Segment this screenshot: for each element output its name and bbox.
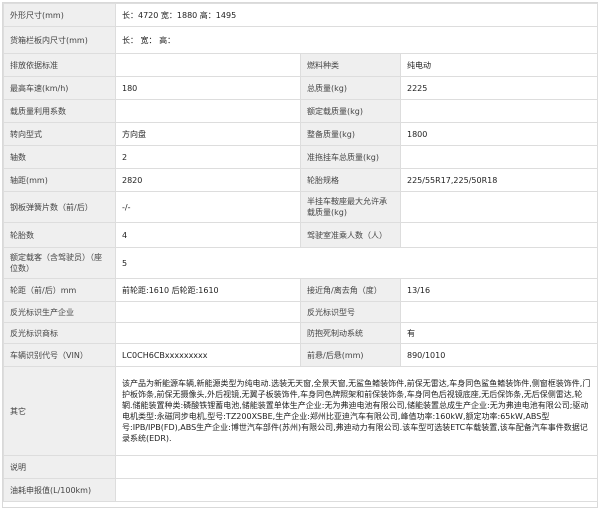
remark-label: 说明 [3, 455, 116, 479]
tire-count-value: 4 [115, 222, 301, 248]
speed-label: 最高车速(km/h) [3, 76, 116, 100]
passenger-capacity-label: 额定载客（含驾驶员）（座位数） [3, 247, 116, 279]
table-row: 额定载客（含驾驶员）（座位数） 5 [3, 247, 598, 279]
tire-count-label: 轮胎数 [3, 222, 116, 248]
springs-label: 钢板弹簧片数（前/后） [3, 191, 116, 223]
track-value: 前轮距:1610 后轮距:1610 [115, 278, 301, 302]
table-row: 反光标识生产企业 反光标识型号 [3, 301, 598, 323]
axles-label: 轴数 [3, 145, 116, 169]
cab-seats-label: 驾驶室准乘人数（人） [300, 222, 401, 248]
emission-value [115, 53, 301, 77]
fuel-type-value: 纯电动 [400, 53, 598, 77]
load-factor-value [115, 99, 301, 123]
trailer-mass-label: 准拖挂车总质量(kg) [300, 145, 401, 169]
axles-value: 2 [115, 145, 301, 169]
reflector-model-value [400, 301, 598, 323]
table-row: 货箱栏板内尺寸(mm) 长： 宽： 高： [3, 26, 598, 54]
tire-spec-value: 225/55R17,225/50R18 [400, 168, 598, 192]
cargo-label: 货箱栏板内尺寸(mm) [3, 26, 116, 54]
table-row: 外形尺寸(mm) 长：4720 宽：1880 高：1495 [3, 3, 598, 27]
wheelbase-label: 轴距(mm) [3, 168, 116, 192]
table-row: 轴距(mm) 2820 轮胎规格 225/55R17,225/50R18 [3, 168, 598, 192]
overhang-value: 890/1010 [400, 343, 598, 367]
tire-spec-label: 轮胎规格 [300, 168, 401, 192]
table-row: 轮距（前/后）mm 前轮距:1610 后轮距:1610 接近角/离去角（度） 1… [3, 278, 598, 302]
saddle-load-value [400, 191, 598, 223]
table-row: 油耗申报值(L/100km) [3, 478, 598, 502]
trailer-mass-value [400, 145, 598, 169]
table-row: 排放依据标准 燃料种类 纯电动 [3, 53, 598, 77]
reflector-brand-value [115, 322, 301, 344]
curb-mass-value: 1800 [400, 122, 598, 146]
table-row: 最高车速(km/h) 180 总质量(kg) 2225 [3, 76, 598, 100]
remark-value [115, 455, 598, 479]
gross-mass-label: 总质量(kg) [300, 76, 401, 100]
table-row: 转向型式 方向盘 整备质量(kg) 1800 [3, 122, 598, 146]
reflector-maker-label: 反光标识生产企业 [3, 301, 116, 323]
overhang-label: 前悬/后悬(mm) [300, 343, 401, 367]
reflector-brand-label: 反光标识商标 [3, 322, 116, 344]
table-row: 车辆识别代号（VIN） LC0CH6CBxxxxxxxxx 前悬/后悬(mm) … [3, 343, 598, 367]
fuel-consumption-value [115, 478, 598, 502]
steering-value: 方向盘 [115, 122, 301, 146]
abs-label: 防抱死制动系统 [300, 322, 401, 344]
gross-mass-value: 2225 [400, 76, 598, 100]
approach-angle-label: 接近角/离去角（度） [300, 278, 401, 302]
track-label: 轮距（前/后）mm [3, 278, 116, 302]
table-row: 轴数 2 准拖挂车总质量(kg) [3, 145, 598, 169]
table-row: 反光标识商标 防抱死制动系统 有 [3, 322, 598, 344]
speed-value: 180 [115, 76, 301, 100]
wheelbase-value: 2820 [115, 168, 301, 192]
rated-load-value [400, 99, 598, 123]
emission-label: 排放依据标准 [3, 53, 116, 77]
table-row: 钢板弹簧片数（前/后） -/- 半挂车鞍座最大允许承载质量(kg) [3, 191, 598, 223]
table-row: 说明 [3, 455, 598, 479]
cargo-value: 长： 宽： 高： [115, 26, 598, 54]
cab-seats-value [400, 222, 598, 248]
reflector-maker-value [115, 301, 301, 323]
other-label: 其它 [3, 366, 116, 456]
vin-label: 车辆识别代号（VIN） [3, 343, 116, 367]
table-row: 载质量利用系数 额定载质量(kg) [3, 99, 598, 123]
springs-value: -/- [115, 191, 301, 223]
vin-value: LC0CH6CBxxxxxxxxx [115, 343, 301, 367]
other-description: 该产品为新能源车辆,新能源类型为纯电动.选装无天窗,全景天窗,无鲨鱼鳍装饰件,前… [115, 366, 598, 456]
rated-load-label: 额定载质量(kg) [300, 99, 401, 123]
load-factor-label: 载质量利用系数 [3, 99, 116, 123]
steering-label: 转向型式 [3, 122, 116, 146]
table-row: 其它 该产品为新能源车辆,新能源类型为纯电动.选装无天窗,全景天窗,无鲨鱼鳍装饰… [3, 366, 598, 456]
saddle-load-label: 半挂车鞍座最大允许承载质量(kg) [300, 191, 401, 223]
spec-table: 外形尺寸(mm) 长：4720 宽：1880 高：1495 货箱栏板内尺寸(mm… [3, 3, 598, 502]
fuel-consumption-label: 油耗申报值(L/100km) [3, 478, 116, 502]
curb-mass-label: 整备质量(kg) [300, 122, 401, 146]
approach-angle-value: 13/16 [400, 278, 598, 302]
vehicle-spec-sheet: 外形尺寸(mm) 长：4720 宽：1880 高：1495 货箱栏板内尺寸(mm… [2, 2, 598, 508]
fuel-type-label: 燃料种类 [300, 53, 401, 77]
dims-value: 长：4720 宽：1880 高：1495 [115, 3, 598, 27]
abs-value: 有 [400, 322, 598, 344]
table-row: 轮胎数 4 驾驶室准乘人数（人） [3, 222, 598, 248]
reflector-model-label: 反光标识型号 [300, 301, 401, 323]
dims-label: 外形尺寸(mm) [3, 3, 116, 27]
passenger-capacity-value: 5 [115, 247, 598, 279]
